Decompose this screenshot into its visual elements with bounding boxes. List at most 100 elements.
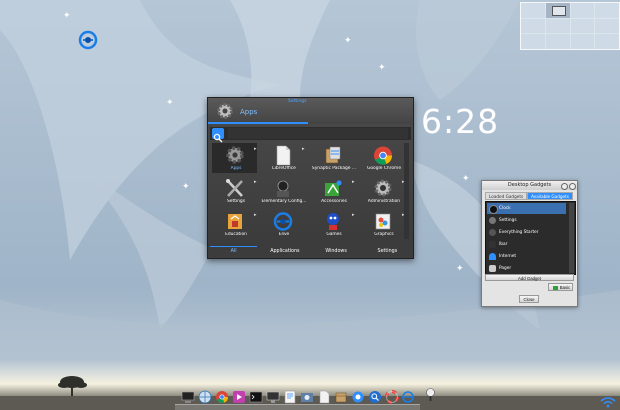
editor-icon[interactable]	[283, 390, 297, 404]
workspace[interactable]	[595, 3, 619, 18]
settings-icon	[489, 217, 496, 224]
toggle-indicator-icon	[552, 285, 558, 290]
media-icon[interactable]	[232, 390, 246, 404]
app-grid: Apps ▸ LibreOffice ▸ Synaptic Package ..…	[210, 143, 411, 239]
app-item-graphics[interactable]: Graphics ▸	[360, 209, 405, 239]
app-label: Settings	[226, 199, 245, 204]
list-item[interactable]: Ibar	[487, 239, 566, 250]
tab-available-gadgets[interactable]: Available Gadgets	[527, 192, 573, 200]
config-icon	[277, 180, 289, 197]
list-item[interactable]: Internet	[487, 251, 566, 262]
menu-header: Apps Settings	[208, 98, 413, 124]
computer-icon[interactable]	[181, 390, 195, 404]
tab-windows[interactable]: Windows	[311, 246, 362, 258]
workspace[interactable]	[595, 18, 619, 34]
gadget-list: Clock Settings Everything Starter Ibar I…	[485, 201, 576, 275]
document-icon	[276, 145, 291, 166]
menu-settings-link[interactable]: Settings	[288, 99, 308, 104]
chrome-icon[interactable]	[215, 390, 229, 404]
minimize-icon[interactable]	[561, 183, 568, 190]
list-item[interactable]: Everything Starter	[487, 227, 566, 238]
workspace[interactable]	[570, 3, 595, 18]
close-icon[interactable]	[569, 183, 576, 190]
app-label: Apps	[230, 166, 242, 171]
gadget-label: Pager	[499, 266, 512, 271]
workspace[interactable]	[570, 18, 595, 34]
search-input[interactable]	[228, 128, 408, 139]
workspace-pager[interactable]	[520, 2, 620, 50]
app-item-accessories[interactable]: Accessories ▸	[310, 176, 355, 206]
list-item[interactable]: Clock	[487, 203, 566, 214]
tab-applications[interactable]: Applications	[259, 246, 310, 258]
app-label: Administration	[367, 199, 401, 204]
workspace[interactable]	[521, 34, 545, 49]
tab-all[interactable]: All	[208, 246, 259, 258]
elive-icon[interactable]	[351, 390, 365, 404]
document-icon[interactable]	[317, 390, 331, 404]
app-item-synaptic[interactable]: Synaptic Package ...	[310, 143, 357, 173]
sparkle: ✦	[462, 174, 470, 184]
app-label: Accessories	[321, 199, 347, 204]
tab-loaded-gadgets[interactable]: Loaded Gadgets	[485, 192, 528, 200]
app-label: Elementary Config...	[261, 199, 307, 204]
workspace[interactable]	[521, 3, 545, 18]
app-item-google-chrome[interactable]: Google Chrome	[360, 143, 405, 173]
list-item[interactable]: Settings	[487, 215, 566, 226]
clock-icon	[489, 205, 498, 214]
menu-scrollbar[interactable]	[404, 143, 409, 239]
terminal-icon[interactable]	[249, 390, 263, 404]
workspace[interactable]	[545, 18, 570, 34]
tab-settings[interactable]: Settings	[362, 246, 413, 258]
gear-icon	[217, 103, 233, 119]
monitor-icon[interactable]	[266, 390, 280, 404]
workspace[interactable]	[521, 18, 545, 34]
starter-icon	[489, 229, 496, 236]
search-icon[interactable]	[368, 390, 382, 404]
app-item-libreoffice[interactable]: LibreOffice ▸	[260, 143, 305, 173]
app-item-administration[interactable]: Administration ▸	[360, 176, 405, 206]
window-titlebar[interactable]: Desktop Gadgets	[482, 181, 577, 190]
menu-bottom-tabs: All Applications Windows Settings	[208, 246, 413, 258]
sparkle: ✦	[378, 63, 386, 73]
add-gadget-button[interactable]: Add Gadget	[485, 274, 574, 281]
package-icon	[325, 146, 341, 164]
search-icon[interactable]	[212, 128, 224, 143]
workspace[interactable]	[595, 34, 619, 49]
app-item-apps[interactable]: Apps ▸	[212, 143, 257, 173]
gadget-list-scrollbar[interactable]	[569, 203, 574, 273]
education-icon	[228, 214, 242, 229]
network-icon[interactable]	[198, 390, 212, 404]
gadget-label: Ibar	[499, 242, 508, 247]
elive-desktop-icon[interactable]	[78, 30, 98, 50]
lifebuoy-icon[interactable]	[385, 390, 399, 404]
app-label: Games	[326, 232, 342, 237]
desktop[interactable]: ✦ ✦ ✦ ✦ ✦ ✦ ✦ 6:28 Apps Settings Apps ▸ …	[0, 0, 620, 410]
app-label: Google Chrome	[366, 166, 402, 171]
app-item-games[interactable]: Games ▸	[310, 209, 355, 239]
workspace[interactable]	[570, 34, 595, 49]
app-label: Synaptic Package ...	[311, 166, 357, 171]
screenshot-icon[interactable]	[300, 390, 314, 404]
list-item[interactable]: Pager	[487, 263, 566, 274]
workspace[interactable]	[545, 34, 570, 49]
tray-indicator-icon[interactable]	[426, 388, 435, 402]
workspace-active[interactable]	[545, 3, 570, 18]
close-button[interactable]: Close	[519, 295, 539, 303]
package-icon[interactable]	[334, 390, 348, 404]
app-item-settings[interactable]: Settings ▸	[212, 176, 257, 206]
submenu-arrow-icon: ▸	[254, 179, 257, 185]
elive-icon[interactable]	[401, 390, 415, 404]
wifi-icon[interactable]	[600, 397, 616, 408]
menu-title: Apps	[240, 108, 258, 116]
basic-toggle-button[interactable]: Basic	[548, 283, 573, 291]
chrome-icon	[374, 146, 393, 165]
gadget-label: Settings	[499, 218, 517, 223]
tools-icon	[226, 179, 243, 197]
app-item-education[interactable]: Education ▸	[212, 209, 257, 239]
sparkle: ✦	[344, 36, 352, 46]
app-item-elementary-config[interactable]: Elementary Config...	[260, 176, 307, 206]
app-label: Graphics	[374, 232, 394, 237]
gadget-tabs: Loaded Gadgets Available Gadgets	[485, 192, 574, 200]
app-item-elive[interactable]: Elive	[260, 209, 305, 239]
gadget-label: Everything Starter	[499, 230, 539, 235]
